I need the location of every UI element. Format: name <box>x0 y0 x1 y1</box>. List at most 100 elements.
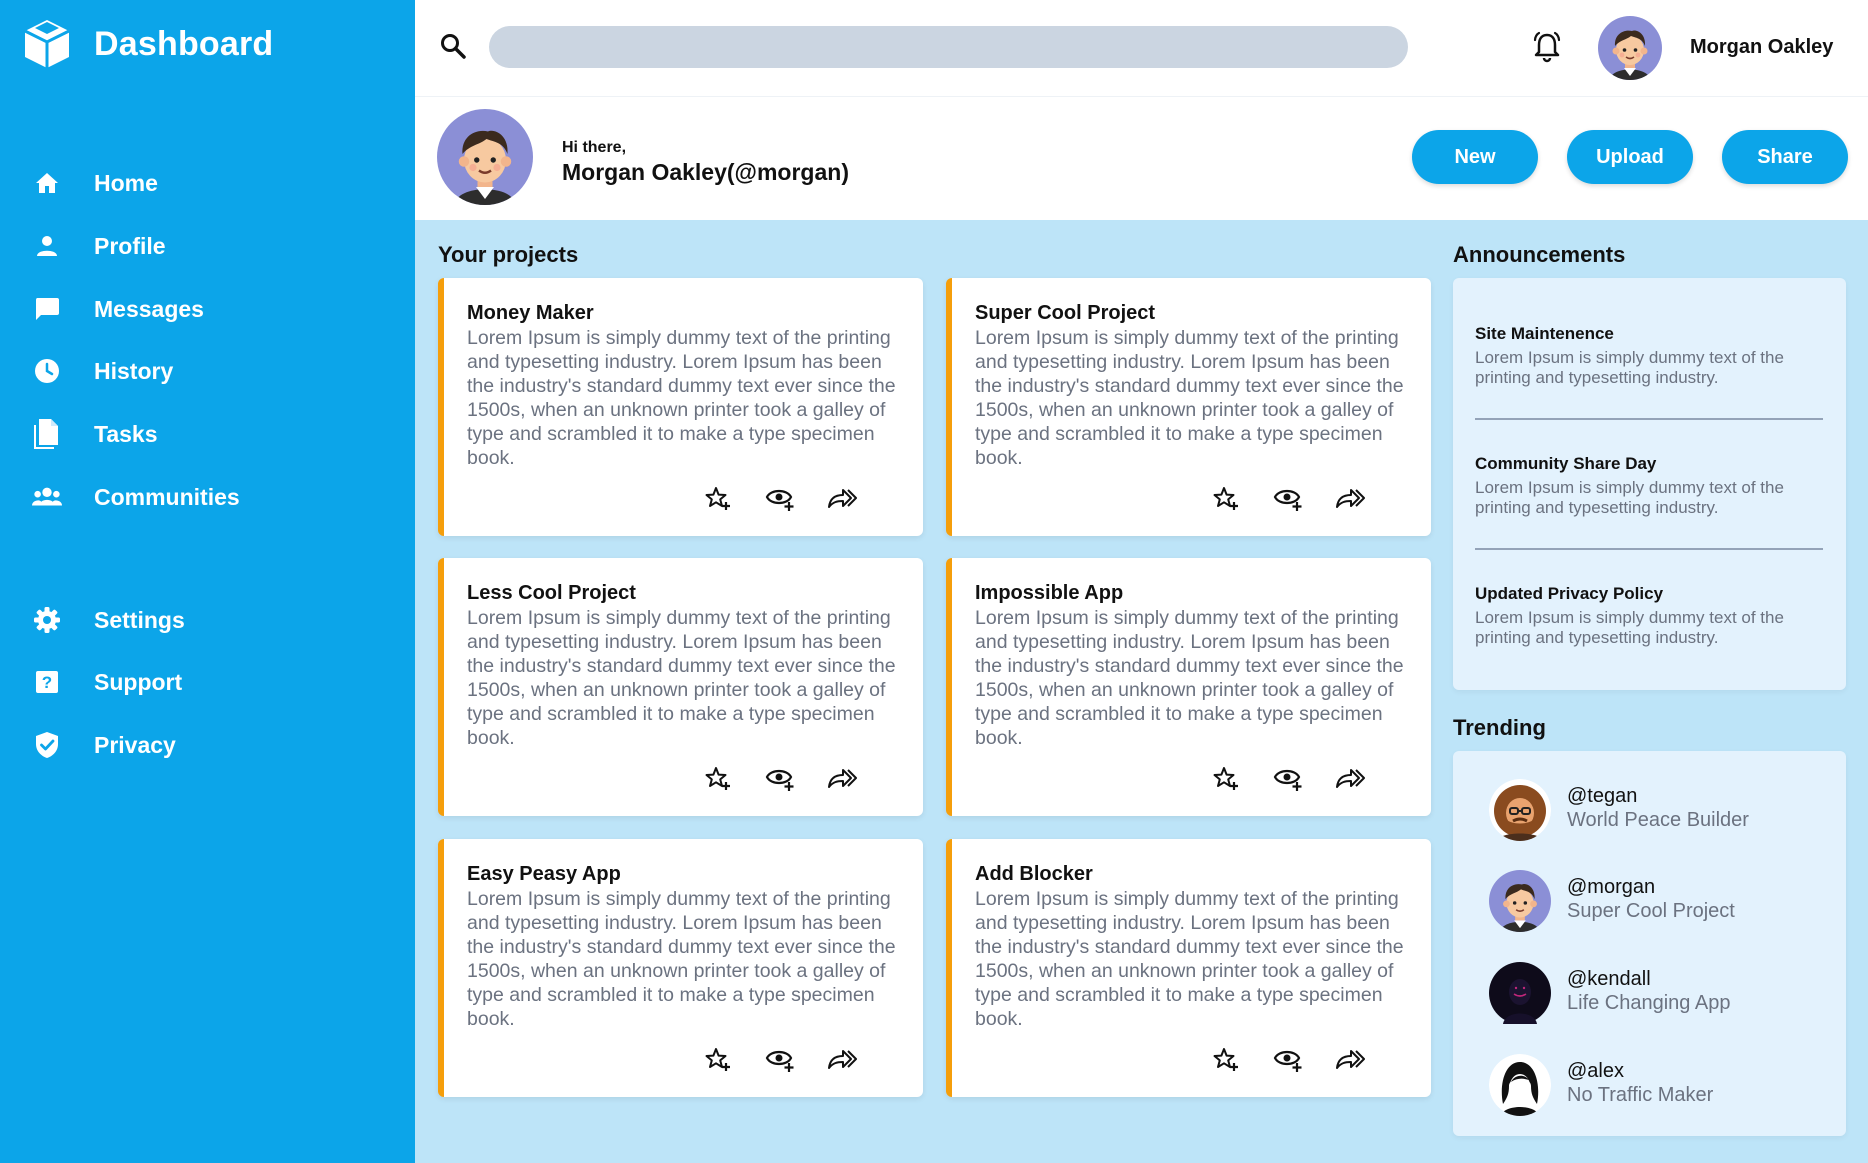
search-icon[interactable] <box>439 32 469 62</box>
sidebar-item-label: Home <box>94 169 158 196</box>
person-icon <box>32 231 62 261</box>
project-description: Lorem Ipsum is simply dummy text of the … <box>467 607 896 749</box>
app-title: Dashboard <box>94 24 274 63</box>
sidebar-item-support[interactable]: ? Support <box>0 656 415 708</box>
share-forward-icon[interactable] <box>826 764 858 794</box>
document-icon <box>32 419 62 449</box>
tegan-avatar <box>1489 779 1551 841</box>
star-add-icon[interactable] <box>1210 484 1242 514</box>
sidebar-item-label: Profile <box>94 232 166 259</box>
share-forward-icon[interactable] <box>1334 1045 1366 1075</box>
share-forward-icon[interactable] <box>1334 484 1366 514</box>
sidebar-item-label: Tasks <box>94 420 158 447</box>
watch-add-icon[interactable] <box>1272 1045 1304 1075</box>
share-forward-icon[interactable] <box>826 1045 858 1075</box>
header-user-name[interactable]: Morgan Oakley <box>1690 36 1833 59</box>
upload-button[interactable]: Upload <box>1567 130 1693 184</box>
trending-handle: @morgan <box>1567 876 1656 898</box>
star-add-icon[interactable] <box>702 1045 734 1075</box>
share-forward-icon[interactable] <box>1334 764 1366 794</box>
search-input[interactable] <box>489 26 1408 68</box>
sidebar: Dashboard Home Profile Messages History … <box>0 0 415 1163</box>
project-description: Lorem Ipsum is simply dummy text of the … <box>467 888 896 1030</box>
sidebar-item-profile[interactable]: Profile <box>0 220 415 272</box>
star-add-icon[interactable] <box>702 484 734 514</box>
help-icon: ? <box>32 667 62 697</box>
user-avatar[interactable] <box>1598 16 1662 80</box>
new-button[interactable]: New <box>1412 130 1538 184</box>
announcement-title: Site Maintenence <box>1475 324 1614 343</box>
trending-item[interactable]: @morgan Super Cool Project <box>1489 870 1829 936</box>
sidebar-item-label: Support <box>94 668 183 695</box>
sidebar-item-communities[interactable]: Communities <box>0 471 415 523</box>
announcement-description: Lorem Ipsum is simply dummy text of the … <box>1475 348 1784 387</box>
share-button[interactable]: Share <box>1722 130 1848 184</box>
watch-add-icon[interactable] <box>1272 484 1304 514</box>
profile-avatar <box>437 109 533 205</box>
watch-add-icon[interactable] <box>764 1045 796 1075</box>
project-description: Lorem Ipsum is simply dummy text of the … <box>467 327 896 469</box>
kendall-avatar <box>1489 962 1551 1024</box>
project-title: Money Maker <box>467 302 594 324</box>
trending-handle: @tegan <box>1567 785 1638 807</box>
watch-add-icon[interactable] <box>764 764 796 794</box>
project-card-super-cool-project[interactable]: Super Cool Project Lorem Ipsum is simply … <box>946 278 1431 536</box>
brand[interactable]: Dashboard <box>22 18 273 70</box>
sidebar-item-history[interactable]: History <box>0 345 415 397</box>
project-card-less-cool-project[interactable]: Less Cool Project Lorem Ipsum is simply d… <box>438 558 923 816</box>
clock-icon <box>32 356 62 386</box>
home-icon <box>32 168 62 198</box>
gear-icon <box>32 605 62 635</box>
project-card-easy-peasy-app[interactable]: Easy Peasy App Lorem Ipsum is simply dumm… <box>438 839 923 1097</box>
trending-project: World Peace Builder <box>1567 809 1749 831</box>
group-icon <box>32 482 62 512</box>
announcement-title: Community Share Day <box>1475 454 1657 473</box>
top-bar: Morgan Oakley <box>415 0 1868 96</box>
project-card-money-maker[interactable]: Money Maker Lorem Ipsum is simply dummy t… <box>438 278 923 536</box>
announcement-item[interactable]: Community Share Day Lorem Ipsum is simpl… <box>1475 454 1823 518</box>
share-forward-icon[interactable] <box>826 484 858 514</box>
project-card-add-blocker[interactable]: Add Blocker Lorem Ipsum is simply dummy t… <box>946 839 1431 1097</box>
announcement-item[interactable]: Updated Privacy Policy Lorem Ipsum is si… <box>1475 584 1823 648</box>
greeting-text: Hi there, <box>562 139 627 156</box>
sidebar-item-label: Communities <box>94 483 240 510</box>
shield-icon <box>32 730 62 760</box>
project-description: Lorem Ipsum is simply dummy text of the … <box>975 888 1404 1030</box>
watch-add-icon[interactable] <box>1272 764 1304 794</box>
cube-logo-icon <box>24 20 70 68</box>
trending-project: No Traffic Maker <box>1567 1084 1714 1106</box>
announcement-title: Updated Privacy Policy <box>1475 584 1664 603</box>
welcome-bar: Hi there, Morgan Oakley(@morgan) New Upl… <box>415 96 1868 220</box>
trending-item[interactable]: @kendall Life Changing App <box>1489 962 1829 1028</box>
watch-add-icon[interactable] <box>764 484 796 514</box>
trending-item[interactable]: @alex No Traffic Maker <box>1489 1054 1829 1120</box>
bell-icon[interactable] <box>1530 30 1564 64</box>
divider <box>1475 418 1823 420</box>
announcements-heading: Announcements <box>1453 242 1626 267</box>
sidebar-item-settings[interactable]: Settings <box>0 594 415 646</box>
sidebar-item-label: Settings <box>94 606 185 633</box>
project-title: Less Cool Project <box>467 582 636 604</box>
project-description: Lorem Ipsum is simply dummy text of the … <box>975 327 1404 469</box>
project-title: Impossible App <box>975 582 1124 604</box>
trending-item[interactable]: @tegan World Peace Builder <box>1489 779 1829 845</box>
sidebar-item-home[interactable]: Home <box>0 157 415 209</box>
trending-handle: @kendall <box>1567 968 1651 990</box>
sidebar-item-tasks[interactable]: Tasks <box>0 408 415 460</box>
project-card-impossible-app[interactable]: Impossible App Lorem Ipsum is simply dumm… <box>946 558 1431 816</box>
star-add-icon[interactable] <box>1210 764 1242 794</box>
announcement-description: Lorem Ipsum is simply dummy text of the … <box>1475 608 1784 647</box>
project-title: Easy Peasy App <box>467 863 621 885</box>
chat-icon <box>32 294 62 324</box>
trending-handle: @alex <box>1567 1060 1624 1082</box>
star-add-icon[interactable] <box>702 764 734 794</box>
star-add-icon[interactable] <box>1210 1045 1242 1075</box>
announcement-item[interactable]: Site Maintenence Lorem Ipsum is simply d… <box>1475 324 1823 388</box>
sidebar-item-label: Messages <box>94 295 204 322</box>
project-title: Add Blocker <box>975 863 1093 885</box>
announcements-panel: Site Maintenence Lorem Ipsum is simply d… <box>1453 278 1846 690</box>
morgan-avatar <box>1489 870 1551 932</box>
sidebar-item-messages[interactable]: Messages <box>0 283 415 335</box>
sidebar-item-privacy[interactable]: Privacy <box>0 719 415 771</box>
announcement-description: Lorem Ipsum is simply dummy text of the … <box>1475 478 1784 517</box>
